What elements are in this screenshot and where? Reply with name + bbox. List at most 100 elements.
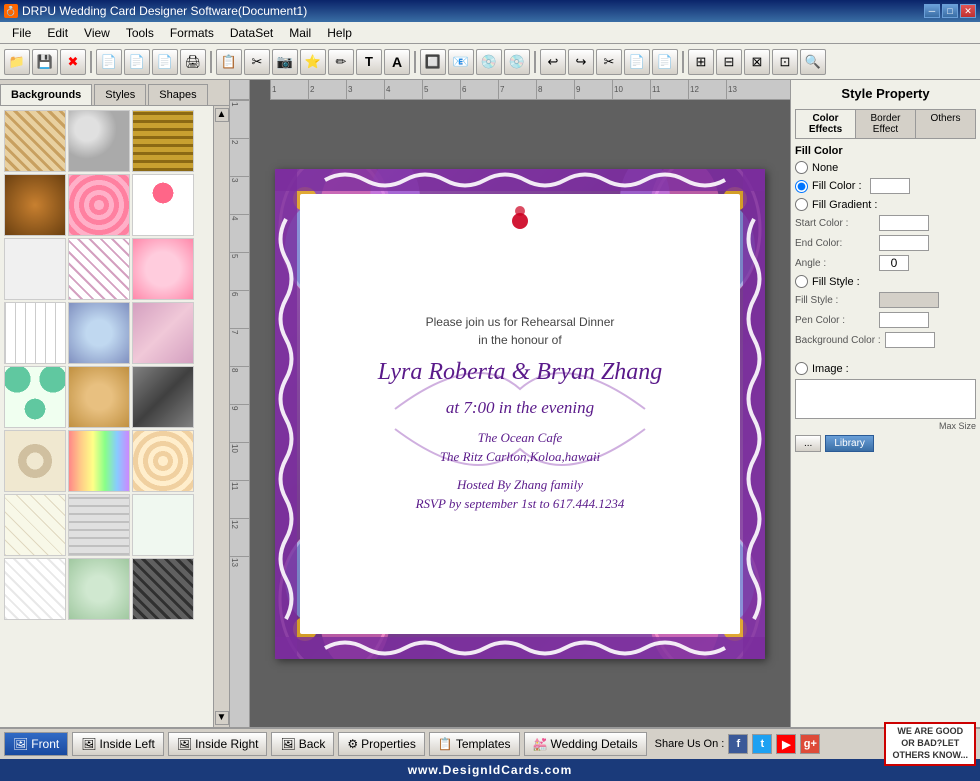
- print-button[interactable]: 🖨: [180, 49, 206, 75]
- thumbnail-5[interactable]: [68, 174, 130, 236]
- zoom-button[interactable]: 🔍: [800, 49, 826, 75]
- fill-style-radio[interactable]: [795, 275, 808, 288]
- thumbnail-19[interactable]: [4, 494, 66, 556]
- align-button[interactable]: ⊡: [772, 49, 798, 75]
- thumbnail-11[interactable]: [68, 302, 130, 364]
- scroll-bar[interactable]: ▲ ▼: [213, 106, 229, 727]
- fill-color-radio[interactable]: [795, 180, 808, 193]
- menu-item-help[interactable]: Help: [319, 24, 360, 42]
- grid3-button[interactable]: ⊠: [744, 49, 770, 75]
- open-button[interactable]: 📄: [96, 49, 122, 75]
- delete-button[interactable]: ✖: [60, 49, 86, 75]
- thumbnail-20[interactable]: [68, 494, 130, 556]
- paste2-button[interactable]: 📄: [652, 49, 678, 75]
- fill-gradient-radio[interactable]: [795, 198, 808, 211]
- thumbnail-8[interactable]: [68, 238, 130, 300]
- thumbnail-23[interactable]: [68, 558, 130, 620]
- copy2-button[interactable]: 📄: [624, 49, 650, 75]
- maximize-button[interactable]: □: [942, 4, 958, 18]
- bg-color-input[interactable]: [885, 332, 935, 348]
- tab-color-effects[interactable]: Color Effects: [796, 110, 856, 138]
- bottom-tab-templates[interactable]: 📋Templates: [429, 732, 520, 756]
- left-tab-styles[interactable]: Styles: [94, 84, 146, 105]
- thumbnail-13[interactable]: [4, 366, 66, 428]
- menu-item-view[interactable]: View: [76, 24, 118, 42]
- tab-label-front: Front: [31, 737, 59, 751]
- thumbnail-9[interactable]: [132, 238, 194, 300]
- minimize-button[interactable]: ─: [924, 4, 940, 18]
- social-icon-tw[interactable]: t: [752, 734, 772, 754]
- textbox-button[interactable]: A: [384, 49, 410, 75]
- thumbnail-17[interactable]: [68, 430, 130, 492]
- close-button[interactable]: ✕: [960, 4, 976, 18]
- pen-color-input[interactable]: [879, 312, 929, 328]
- thumbnail-14[interactable]: [68, 366, 130, 428]
- thumbnail-12[interactable]: [132, 302, 194, 364]
- dots-button[interactable]: ...: [795, 435, 821, 452]
- thumbnail-3[interactable]: [132, 110, 194, 172]
- db2-button[interactable]: 💿: [504, 49, 530, 75]
- library-button[interactable]: Library: [825, 435, 874, 452]
- draw-button[interactable]: ✏: [328, 49, 354, 75]
- thumbnail-4[interactable]: [4, 174, 66, 236]
- thumbnail-2[interactable]: [68, 110, 130, 172]
- cut-button[interactable]: ✂: [244, 49, 270, 75]
- grid-button[interactable]: ⊞: [688, 49, 714, 75]
- ruler-tick-5: 5: [422, 80, 460, 99]
- thumbnail-21[interactable]: [132, 494, 194, 556]
- new-button[interactable]: 📁: [4, 49, 30, 75]
- tab-border-effect[interactable]: Border Effect: [856, 110, 916, 138]
- thumbnail-10[interactable]: [4, 302, 66, 364]
- thumbnail-15[interactable]: [132, 366, 194, 428]
- thumbnail-1[interactable]: [4, 110, 66, 172]
- thumbnail-24[interactable]: [132, 558, 194, 620]
- angle-input[interactable]: 0: [879, 255, 909, 271]
- menu-item-dataset[interactable]: DataSet: [222, 24, 281, 42]
- none-radio[interactable]: [795, 161, 808, 174]
- thumbnail-7[interactable]: [4, 238, 66, 300]
- barcode-button[interactable]: ⭐: [300, 49, 326, 75]
- redo-button[interactable]: ↪: [568, 49, 594, 75]
- paste-button[interactable]: 📄: [152, 49, 178, 75]
- bottom-tab-wedding-details[interactable]: 💒Wedding Details: [524, 732, 647, 756]
- grid2-button[interactable]: ⊟: [716, 49, 742, 75]
- email-button[interactable]: 📧: [448, 49, 474, 75]
- social-icon-yt[interactable]: ▶: [776, 734, 796, 754]
- end-color-input[interactable]: [879, 235, 929, 251]
- image-radio[interactable]: [795, 362, 808, 375]
- thumbnail-22[interactable]: [4, 558, 66, 620]
- text-button[interactable]: T: [356, 49, 382, 75]
- thumbnail-6[interactable]: [132, 174, 194, 236]
- menu-item-mail[interactable]: Mail: [281, 24, 319, 42]
- image-button[interactable]: 📷: [272, 49, 298, 75]
- menu-item-edit[interactable]: Edit: [39, 24, 76, 42]
- left-tab-shapes[interactable]: Shapes: [148, 84, 207, 105]
- menu-item-formats[interactable]: Formats: [162, 24, 222, 42]
- clipboard-button[interactable]: 📋: [216, 49, 242, 75]
- tab-others[interactable]: Others: [916, 110, 975, 138]
- bottom-tab-front[interactable]: 🖼Front: [4, 732, 68, 756]
- bottom-tab-back[interactable]: 🖼Back: [271, 732, 334, 756]
- ruler-tick-11: 11: [650, 80, 688, 99]
- bottom-tab-inside-right[interactable]: 🖼Inside Right: [168, 732, 268, 756]
- social-icon-gp[interactable]: g+: [800, 734, 820, 754]
- save-button[interactable]: 💾: [32, 49, 58, 75]
- menu-item-tools[interactable]: Tools: [118, 24, 162, 42]
- db-button[interactable]: 💿: [476, 49, 502, 75]
- menu-item-file[interactable]: File: [4, 24, 39, 42]
- social-icon-fb[interactable]: f: [728, 734, 748, 754]
- left-tab-backgrounds[interactable]: Backgrounds: [0, 84, 92, 105]
- start-color-input[interactable]: [879, 215, 929, 231]
- copy-button[interactable]: 📄: [124, 49, 150, 75]
- titlebar-controls[interactable]: ─ □ ✕: [924, 4, 976, 18]
- bottom-tab-properties[interactable]: ⚙Properties: [338, 732, 424, 756]
- thumbnail-18[interactable]: [132, 430, 194, 492]
- thumbnail-16[interactable]: [4, 430, 66, 492]
- shape-button[interactable]: 🔲: [420, 49, 446, 75]
- cut2-button[interactable]: ✂: [596, 49, 622, 75]
- fill-style-input[interactable]: [879, 292, 939, 308]
- promo-badge: WE ARE GOOD OR BAD?LET OTHERS KNOW...: [884, 722, 976, 765]
- undo-button[interactable]: ↩: [540, 49, 566, 75]
- bottom-tab-inside-left[interactable]: 🖼Inside Left: [72, 732, 164, 756]
- fill-color-box[interactable]: [870, 178, 910, 194]
